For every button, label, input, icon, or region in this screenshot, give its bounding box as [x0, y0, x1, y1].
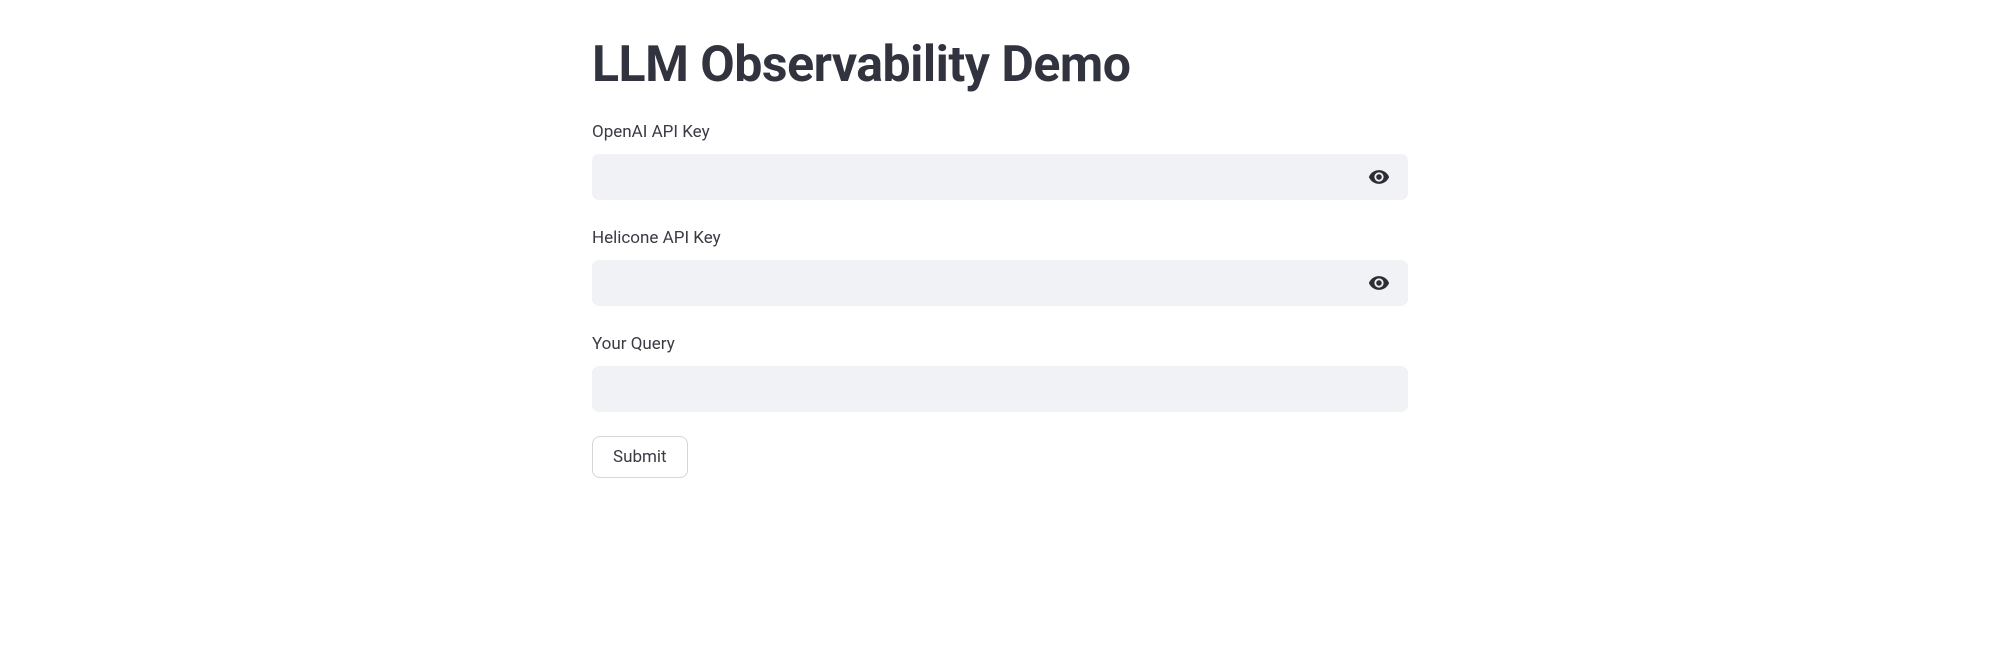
query-label: Your Query — [592, 334, 1408, 354]
openai-key-input-wrapper — [592, 154, 1408, 200]
helicone-key-label: Helicone API Key — [592, 228, 1408, 248]
page-title: LLM Observability Demo — [592, 36, 1408, 94]
openai-key-label: OpenAI API Key — [592, 122, 1408, 142]
form-group-openai-key: OpenAI API Key — [592, 122, 1408, 200]
submit-button[interactable]: Submit — [592, 436, 688, 478]
main-container: LLM Observability Demo OpenAI API Key He… — [592, 0, 1408, 478]
openai-key-toggle-visibility-button[interactable] — [1364, 162, 1394, 192]
openai-key-input[interactable] — [592, 154, 1408, 200]
query-input[interactable] — [592, 366, 1408, 412]
helicone-key-input-wrapper — [592, 260, 1408, 306]
form-group-query: Your Query — [592, 334, 1408, 412]
form-group-helicone-key: Helicone API Key — [592, 228, 1408, 306]
eye-icon — [1368, 166, 1390, 188]
helicone-key-toggle-visibility-button[interactable] — [1364, 268, 1394, 298]
eye-icon — [1368, 272, 1390, 294]
helicone-key-input[interactable] — [592, 260, 1408, 306]
